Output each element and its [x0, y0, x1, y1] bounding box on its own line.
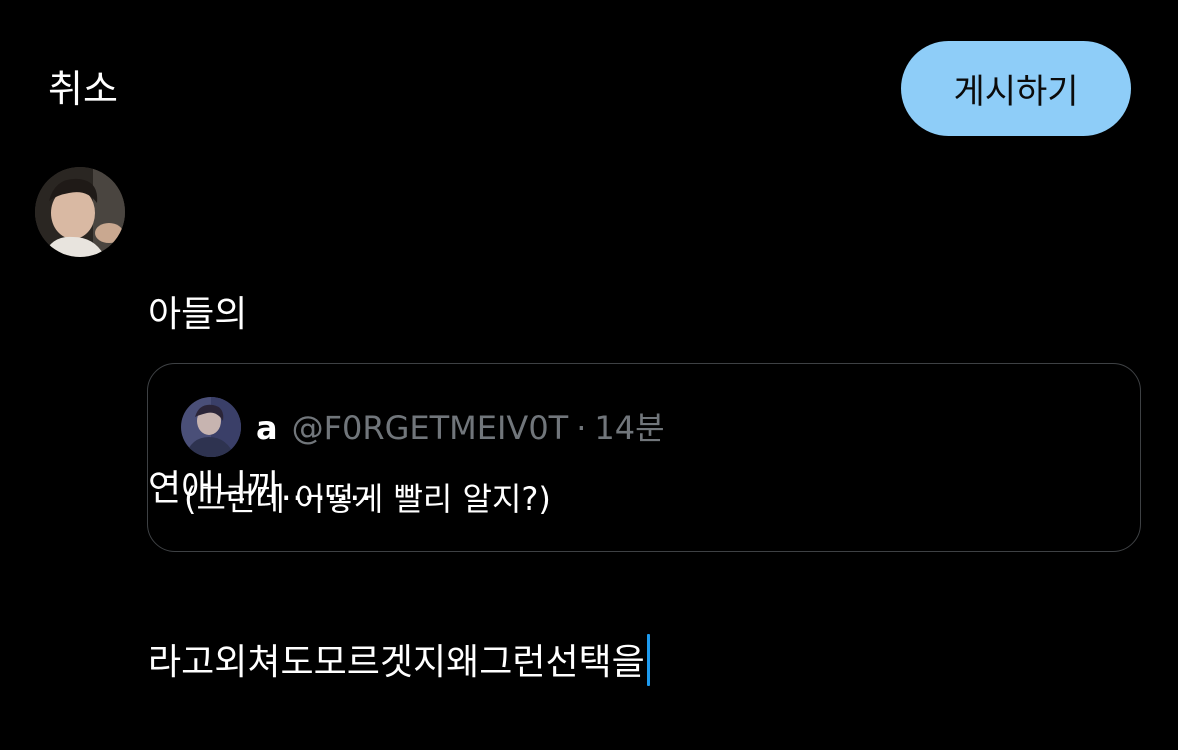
compose-line: 아들의	[148, 294, 248, 335]
quoted-tweet-card[interactable]: a @F0RGETMEIV0T · 14분 (그런데 어떻게 빨리 알지?)	[147, 363, 1141, 552]
separator-dot: ·	[576, 409, 587, 447]
compose-line: 라고외쳐도모르겟지왜그런선택을	[148, 634, 1108, 692]
avatar[interactable]	[35, 167, 125, 257]
cancel-button[interactable]: 취소	[48, 62, 118, 116]
quoted-user-avatar-icon	[181, 397, 241, 457]
text-caret	[646, 634, 650, 686]
quoted-tweet-text: (그런데 어떻게 빨리 알지?)	[184, 480, 551, 518]
post-button[interactable]: 게시하기	[901, 41, 1131, 136]
user-avatar-icon	[35, 167, 125, 257]
quoted-timestamp: 14분	[594, 409, 665, 447]
quoted-avatar	[181, 397, 241, 457]
quoted-tweet-header: a @F0RGETMEIV0T · 14분	[256, 406, 665, 450]
quoted-display-name: a	[256, 409, 278, 447]
quoted-handle: @F0RGETMEIV0T	[291, 409, 569, 447]
